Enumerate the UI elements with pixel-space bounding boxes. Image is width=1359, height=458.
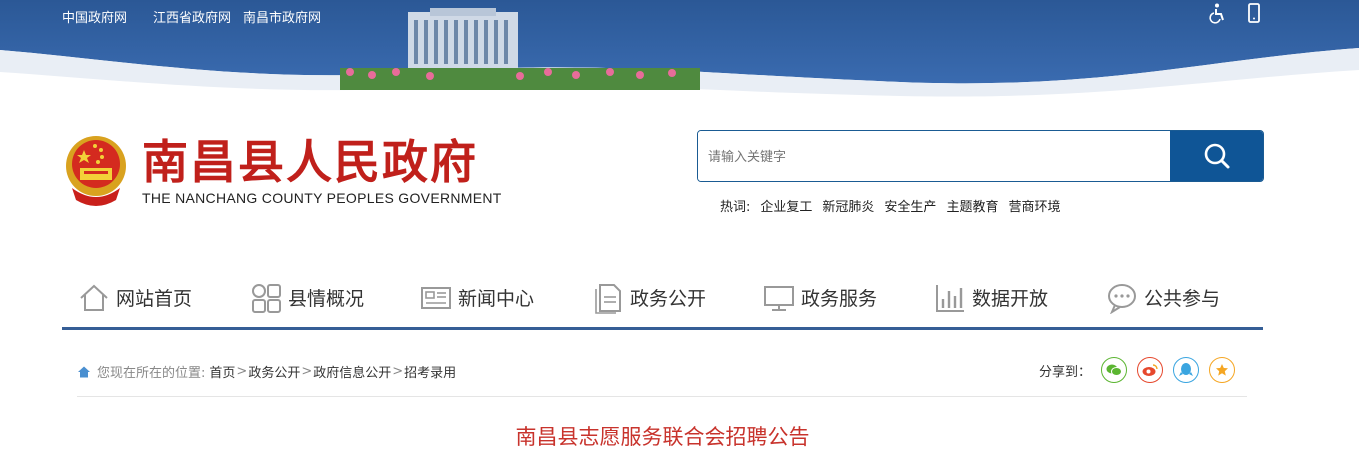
weibo-icon <box>1142 364 1158 376</box>
share-label: 分享到： <box>1039 364 1092 380</box>
link-jiangxi-gov[interactable]: 江西省政府网 <box>153 7 231 26</box>
breadcrumb-separator: > <box>392 364 404 379</box>
national-emblem <box>66 136 126 206</box>
breadcrumb-separator: > <box>301 364 313 379</box>
breadcrumb-home[interactable]: 首页 <box>209 362 235 381</box>
breadcrumb: 您现在所在的位置: 首页 > 政务公开 > 政府信息公开 > 招考录用 <box>77 362 456 381</box>
article-title: 南昌县志愿服务联合会招聘公告 <box>515 425 810 449</box>
top-links: 中国政府网 江西省政府网 南昌市政府网 <box>62 7 333 26</box>
share-bar: 分享到： <box>1039 357 1236 383</box>
nav-government-affairs[interactable]: 政务公开 <box>592 268 706 327</box>
home-icon <box>80 284 108 311</box>
nav-public-participation[interactable]: 公共参与 <box>1106 268 1220 327</box>
site-title: 南昌县人民政府 <box>142 135 478 189</box>
monitor-icon <box>764 285 794 311</box>
qq-icon <box>1179 363 1194 376</box>
wechat-icon <box>1106 364 1123 376</box>
search-icon <box>1204 143 1229 169</box>
nav-government-services[interactable]: 政务服务 <box>763 268 877 327</box>
chart-icon <box>936 284 964 312</box>
nav-county-overview[interactable]: 县情概况 <box>250 268 364 327</box>
site-logo[interactable]: 南昌县人民政府 THE NANCHANG COUNTY PEOPLES GOVE… <box>62 130 532 210</box>
search-input[interactable] <box>698 131 1168 181</box>
mobile-icon[interactable] <box>1243 2 1265 24</box>
hot-word[interactable]: 主题教育 <box>946 196 998 215</box>
breadcrumb-prefix: 您现在所在的位置: <box>97 366 206 381</box>
hot-word[interactable]: 营商环境 <box>1008 196 1060 215</box>
search-box <box>697 130 1264 182</box>
breadcrumb-info-disclosure[interactable]: 政府信息公开 <box>313 362 391 381</box>
news-icon <box>421 286 451 309</box>
content-divider <box>77 396 1247 397</box>
share-qq-button[interactable] <box>1173 357 1200 383</box>
chat-icon <box>1108 283 1136 314</box>
share-weibo-button[interactable] <box>1137 357 1164 383</box>
breadcrumb-recruitment[interactable]: 招考录用 <box>404 362 456 381</box>
search-button[interactable] <box>1170 131 1263 181</box>
nav-data-open[interactable]: 数据开放 <box>934 268 1048 327</box>
link-china-gov[interactable]: 中国政府网 <box>62 7 127 26</box>
share-favorite-button[interactable] <box>1209 357 1236 383</box>
home-icon <box>78 366 90 377</box>
breadcrumb-government-affairs[interactable]: 政务公开 <box>248 362 300 381</box>
hot-word[interactable]: 企业复工 <box>760 196 812 215</box>
document-icon <box>595 283 621 314</box>
hot-words: 热词: 企业复工 新冠肺炎 安全生产 主题教育 营商环境 <box>720 196 1060 215</box>
breadcrumb-separator: > <box>236 364 248 379</box>
site-subtitle: THE NANCHANG COUNTY PEOPLES GOVERNMENT <box>142 190 502 206</box>
share-wechat-button[interactable] <box>1101 357 1128 383</box>
hot-word[interactable]: 安全生产 <box>884 196 936 215</box>
link-nanchang-gov[interactable]: 南昌市政府网 <box>243 7 321 26</box>
nav-news-center[interactable]: 新闻中心 <box>420 268 534 327</box>
favorite-icon <box>1216 364 1229 376</box>
header-banner: 中国政府网 江西省政府网 南昌市政府网 <box>0 0 1359 110</box>
accessibility-icon[interactable] <box>1207 2 1229 24</box>
main-nav: 网站首页 县情概况 新闻中心 政务公开 政务服务 数据开放 公共参与 <box>62 268 1263 330</box>
nav-home[interactable]: 网站首页 <box>78 268 192 327</box>
hot-words-label: 热词: <box>720 200 751 215</box>
top-icons <box>1207 2 1265 24</box>
grid-icon <box>252 283 281 313</box>
hot-word[interactable]: 新冠肺炎 <box>822 196 874 215</box>
